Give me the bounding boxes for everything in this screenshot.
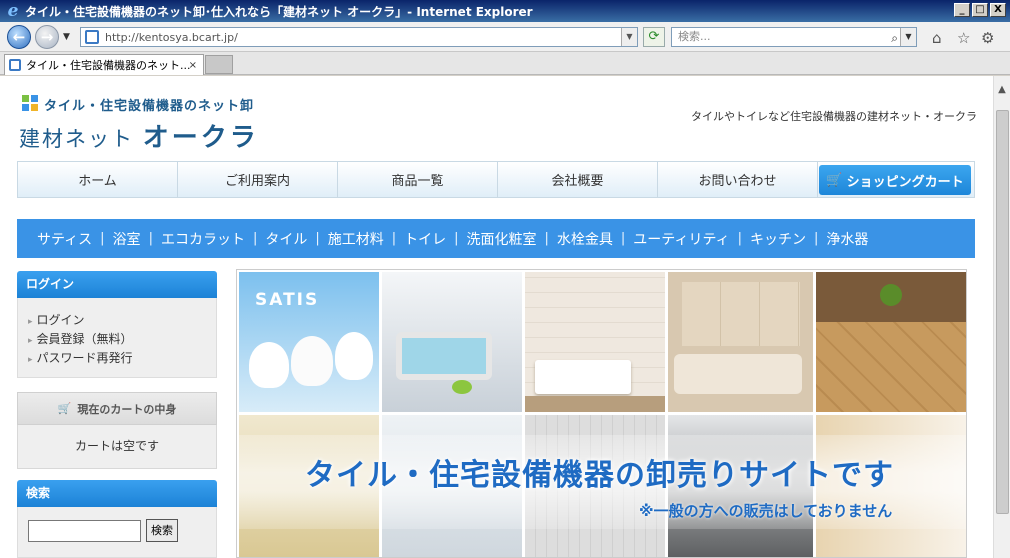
cart-empty-text: カートは空です xyxy=(17,425,217,469)
search-input[interactable]: 検索... ⌕ ▼ xyxy=(671,27,917,47)
category-ecocarat[interactable]: エコカラット xyxy=(153,229,253,249)
window-title: タイル・住宅設備機器のネット卸･仕入れなら「建材ネット オークラ」- Inter… xyxy=(25,4,533,19)
nav-products[interactable]: 商品一覧 xyxy=(338,162,498,197)
hero-note: ※一般の方への販売はしておりません xyxy=(639,502,893,520)
hero-banner[interactable]: SATIS タイル・住宅設備機器の卸売りサイトです ※一般の方への販売はしており… xyxy=(236,269,967,558)
history-dropdown-icon[interactable]: ▼ xyxy=(63,32,70,42)
shopping-cart-button[interactable]: 🛒 ショッピングカート xyxy=(819,165,971,195)
category-separator: | xyxy=(315,231,320,246)
address-url[interactable]: http://kentosya.bcart.jp/ xyxy=(105,31,238,44)
vertical-scrollbar[interactable]: ▲ xyxy=(993,76,1010,558)
category-separator: | xyxy=(544,231,549,246)
category-separator: | xyxy=(100,231,105,246)
category-separator: | xyxy=(454,231,459,246)
cart-icon: 🛒 xyxy=(57,402,72,415)
scroll-thumb[interactable] xyxy=(996,110,1009,514)
category-separator: | xyxy=(814,231,819,246)
site-search-input[interactable] xyxy=(28,520,141,542)
tab-close-icon[interactable]: × xyxy=(189,60,197,71)
login-panel: ログイン 会員登録（無料） パスワード再発行 xyxy=(17,298,217,378)
login-heading: ログイン xyxy=(17,271,217,298)
logo-prefix: 建材ネット xyxy=(19,127,143,151)
category-materials[interactable]: 施工材料 xyxy=(320,229,392,249)
bathroom-image xyxy=(382,272,522,412)
magnifier-icon[interactable]: ⌕ xyxy=(891,29,898,47)
hero-title-part1: タイル・住宅設備機器 xyxy=(305,458,615,493)
category-separator: | xyxy=(737,231,743,246)
logo-subtitle[interactable]: タイル・住宅設備機器のネット卸 xyxy=(44,95,254,114)
password-reset-link[interactable]: パスワード再発行 xyxy=(28,349,216,368)
home-icon[interactable]: ⌂ xyxy=(932,29,942,47)
logo-name: オークラ xyxy=(142,123,259,153)
scroll-up-arrow-icon[interactable]: ▲ xyxy=(994,84,1010,100)
page-icon xyxy=(85,30,99,44)
main-nav: ホーム ご利用案内 商品一覧 会社概要 お問い合わせ 🛒 ショッピングカート xyxy=(17,161,975,198)
category-separator: | xyxy=(252,231,258,246)
nav-home[interactable]: ホーム xyxy=(18,162,178,197)
tab-page-icon xyxy=(9,59,21,71)
category-tile[interactable]: タイル xyxy=(257,229,315,249)
shopping-cart-label: ショッピングカート xyxy=(846,174,964,190)
category-utility[interactable]: ユーティリティ xyxy=(625,229,737,249)
category-bath[interactable]: 浴室 xyxy=(105,229,149,249)
refresh-button[interactable]: ⟳ xyxy=(643,27,665,47)
site-tagline: タイルやトイレなど住宅設備機器の建材ネット・オークラ xyxy=(691,110,977,123)
maximize-button[interactable]: □ xyxy=(972,3,988,17)
category-bar: サティス | 浴室 | エコカラット | タイル | 施工材料 | トイレ | 洗面化粧室 |… xyxy=(17,219,975,258)
category-satis[interactable]: サティス xyxy=(29,229,100,249)
address-bar[interactable]: http://kentosya.bcart.jp/ ▼ xyxy=(80,27,638,47)
address-dropdown-icon[interactable]: ▼ xyxy=(621,28,637,46)
tab-current[interactable]: タイル・住宅設備機器のネット... × xyxy=(4,54,204,75)
browser-toolbar: ← → ▼ http://kentosya.bcart.jp/ ▼ ⟳ 検索..… xyxy=(0,22,1010,52)
nav-contact[interactable]: お問い合わせ xyxy=(658,162,818,197)
page-viewport: タイル・住宅設備機器のネット卸 建材ネット オークラ タイルやトイレなど住宅設備… xyxy=(0,76,993,558)
gear-icon[interactable]: ⚙ xyxy=(981,29,994,47)
search-dropdown-icon[interactable]: ▼ xyxy=(900,28,916,46)
site-search-panel: 検索 xyxy=(17,507,217,558)
cart-summary-title: 現在のカートの中身 xyxy=(77,402,177,416)
site-logo[interactable]: 建材ネット オークラ xyxy=(19,117,259,154)
window-title-bar: e タイル・住宅設備機器のネット卸･仕入れなら「建材ネット オークラ」- Int… xyxy=(0,0,1010,22)
living-room-image xyxy=(668,272,813,412)
new-tab-button[interactable] xyxy=(205,55,233,74)
category-water-purifier[interactable]: 浄水器 xyxy=(818,229,876,249)
search-heading: 検索 xyxy=(17,480,217,507)
login-link[interactable]: ログイン xyxy=(28,311,216,330)
search-placeholder: 検索... xyxy=(678,30,711,43)
terrace-tile-image xyxy=(816,272,966,412)
satis-label: SATIS xyxy=(255,290,320,310)
forward-button[interactable]: → xyxy=(35,25,59,49)
hero-title-part2: の卸売りサイトです xyxy=(615,458,894,493)
back-button[interactable]: ← xyxy=(7,25,31,49)
tile-bedroom-image xyxy=(525,272,665,412)
nav-company[interactable]: 会社概要 xyxy=(498,162,658,197)
minimize-button[interactable]: _ xyxy=(954,3,970,17)
tab-label[interactable]: タイル・住宅設備機器のネット... xyxy=(26,57,191,73)
category-toilet[interactable]: トイレ xyxy=(396,229,454,249)
cart-summary-heading: 🛒 現在のカートの中身 xyxy=(17,392,217,425)
hero-title: タイル・住宅設備機器の卸売りサイトです xyxy=(305,450,894,494)
category-separator: | xyxy=(391,231,397,246)
category-vanity[interactable]: 洗面化粧室 xyxy=(459,229,545,249)
satis-toilet-image: SATIS xyxy=(239,272,379,412)
tab-bar: タイル・住宅設備機器のネット... × xyxy=(0,52,1010,75)
cart-icon: 🛒 xyxy=(826,172,843,188)
close-button[interactable]: X xyxy=(990,3,1006,17)
site-search-button[interactable]: 検索 xyxy=(146,519,178,542)
register-link[interactable]: 会員登録（無料） xyxy=(28,330,216,349)
category-faucet[interactable]: 水栓金具 xyxy=(549,229,621,249)
favorites-star-icon[interactable]: ☆ xyxy=(957,29,970,47)
logo-icon xyxy=(22,95,38,111)
category-kitchen[interactable]: キッチン xyxy=(742,229,814,249)
internet-explorer-icon: e xyxy=(7,1,19,21)
nav-guide[interactable]: ご利用案内 xyxy=(178,162,338,197)
category-separator: | xyxy=(148,231,153,246)
category-separator: | xyxy=(620,231,626,246)
